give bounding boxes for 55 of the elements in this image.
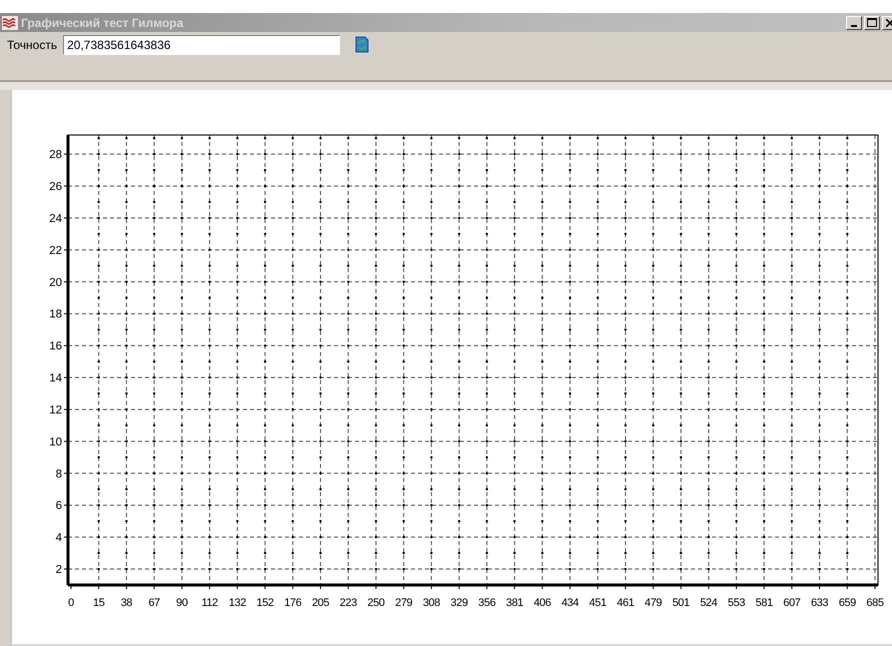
x-tick-label: 633 xyxy=(810,597,828,609)
maximize-button[interactable] xyxy=(864,16,880,30)
y-tick-label: 14 xyxy=(49,372,62,385)
y-tick-label: 22 xyxy=(49,244,62,257)
x-tick-label: 659 xyxy=(838,597,856,609)
x-tick-label: 250 xyxy=(367,597,385,609)
x-tick-label: 451 xyxy=(589,597,606,609)
app-icon xyxy=(2,16,18,30)
minimize-icon xyxy=(851,24,857,26)
y-tick-label: 2 xyxy=(56,564,62,576)
maximize-icon xyxy=(867,18,877,27)
x-tick-label: 356 xyxy=(478,597,496,609)
precision-field[interactable]: 20,7383561643836 xyxy=(63,35,340,55)
x-tick-label: 15 xyxy=(93,597,104,609)
x-tick-label: 205 xyxy=(312,597,330,609)
x-tick-label: 90 xyxy=(176,597,188,609)
y-tick-label: 18 xyxy=(49,308,62,321)
x-tick-label: 434 xyxy=(561,597,579,609)
x-tick-label: 381 xyxy=(506,597,524,609)
x-tick-label: 38 xyxy=(120,597,132,609)
x-tick-label: 0 xyxy=(68,597,74,609)
y-tick-label: 10 xyxy=(49,436,62,448)
x-tick-label: 152 xyxy=(256,597,274,609)
x-tick-label: 132 xyxy=(228,597,246,609)
x-tick-label: 329 xyxy=(450,597,468,609)
x-tick-label: 112 xyxy=(201,597,218,609)
refresh-icon xyxy=(355,36,370,53)
x-tick-label: 279 xyxy=(395,597,412,609)
close-icon xyxy=(886,18,892,26)
x-tick-label: 479 xyxy=(644,597,662,609)
x-tick-label: 308 xyxy=(422,597,440,609)
x-tick-label: 581 xyxy=(756,597,773,609)
y-tick-label: 6 xyxy=(56,500,62,512)
y-tick-label: 16 xyxy=(49,340,62,353)
y-tick-label: 24 xyxy=(49,212,62,225)
y-tick-label: 20 xyxy=(49,276,62,289)
precision-label: Точность xyxy=(7,38,58,52)
y-tick-label: 28 xyxy=(49,149,62,162)
x-tick-label: 501 xyxy=(672,597,690,609)
x-tick-label: 223 xyxy=(340,597,357,609)
x-tick-label: 67 xyxy=(148,597,160,609)
x-tick-label: 553 xyxy=(728,597,745,609)
minimize-button[interactable] xyxy=(846,16,862,30)
x-tick-label: 685 xyxy=(866,597,884,609)
window-title: Графический тест Гилмора xyxy=(21,16,184,30)
y-tick-label: 12 xyxy=(49,404,62,416)
x-tick-label: 607 xyxy=(783,597,800,609)
x-tick-label: 406 xyxy=(534,597,551,609)
x-tick-label: 176 xyxy=(284,597,302,609)
y-tick-label: 26 xyxy=(49,181,62,194)
x-tick-label: 461 xyxy=(616,597,634,609)
y-tick-label: 4 xyxy=(56,532,62,544)
x-tick-label: 524 xyxy=(700,597,718,609)
y-tick-label: 8 xyxy=(56,468,62,480)
refresh-button[interactable] xyxy=(354,36,370,54)
